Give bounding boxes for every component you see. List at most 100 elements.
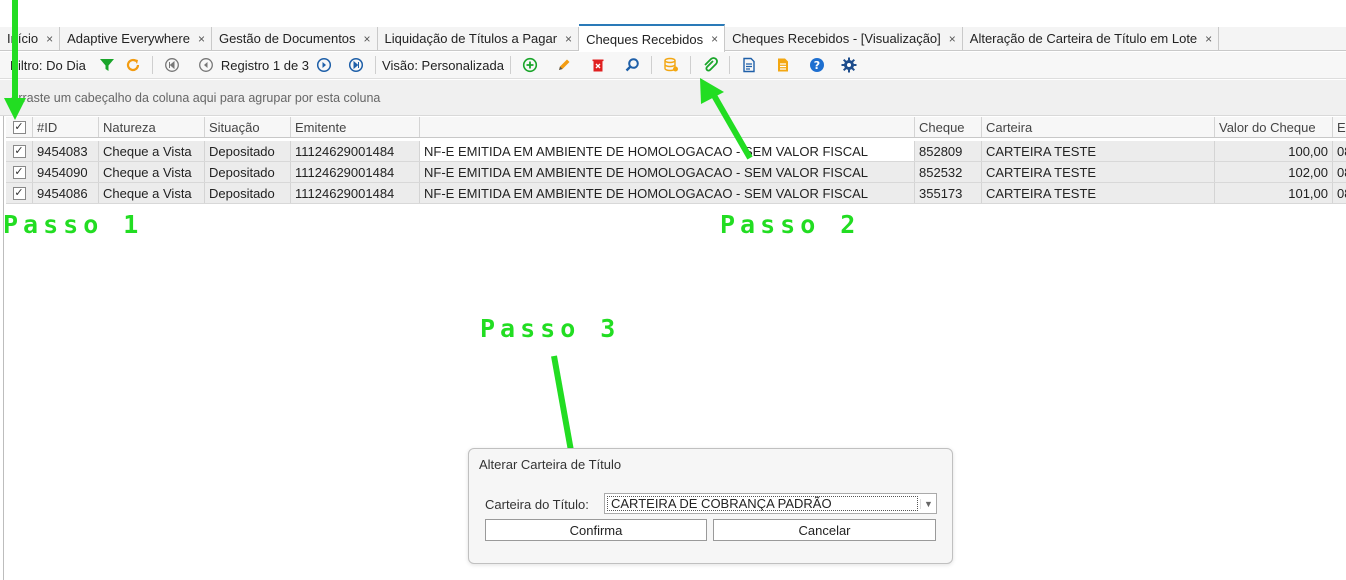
- annotation-step1: Passo 1: [3, 210, 144, 239]
- filter-icon[interactable]: [94, 54, 120, 76]
- toolbar-separator: [509, 56, 511, 74]
- cell-emitente: 11124629001484: [291, 183, 420, 203]
- tab-0[interactable]: Início ×: [0, 27, 61, 50]
- panel-left-edge: [0, 116, 4, 580]
- help-icon[interactable]: ?: [804, 54, 830, 76]
- close-icon[interactable]: ×: [46, 32, 53, 46]
- record-counter: Registro 1 de 3: [220, 57, 310, 73]
- row-checkbox[interactable]: ✓: [6, 162, 33, 182]
- view-label[interactable]: Visão: Personalizada: [382, 58, 504, 73]
- cell-valor: 100,00: [1215, 141, 1333, 161]
- last-record-icon[interactable]: [343, 54, 369, 76]
- cell-partial: 08: [1337, 143, 1346, 159]
- close-icon[interactable]: ×: [1205, 32, 1212, 46]
- refresh-icon[interactable]: [120, 54, 146, 76]
- cell-descricao: NF-E EMITIDA EM AMBIENTE DE HOMOLOGACAO …: [420, 162, 915, 182]
- dialog-title: Alterar Carteira de Título: [479, 457, 622, 472]
- column-header-valor[interactable]: Valor do Cheque: [1215, 117, 1333, 137]
- toolbar-separator: [151, 56, 153, 74]
- table-row[interactable]: ✓ 9454090 Cheque a Vista Depositado 11124629…: [6, 162, 1346, 183]
- row-checkbox[interactable]: ✓: [6, 183, 33, 203]
- svg-text:?: ?: [814, 59, 820, 72]
- tab-label: Adaptive Everywhere: [67, 31, 190, 46]
- column-header-carteira[interactable]: Carteira: [982, 117, 1215, 137]
- portfolio-select-value[interactable]: CARTEIRA DE COBRANÇA PADRÃO: [607, 496, 918, 511]
- search-icon[interactable]: [619, 54, 645, 76]
- attach-icon[interactable]: [697, 54, 723, 76]
- column-header-situacao[interactable]: Situação: [205, 117, 291, 137]
- column-header-emitente[interactable]: Emitente: [291, 117, 420, 137]
- tab-2[interactable]: Gestão de Documentos ×: [212, 27, 378, 50]
- cell-descricao: NF-E EMITIDA EM AMBIENTE DE HOMOLOGACAO …: [420, 141, 915, 161]
- cell-natureza: Cheque a Vista: [99, 162, 205, 182]
- column-header-partial[interactable]: Er: [1333, 117, 1346, 137]
- row-checkbox[interactable]: ✓: [6, 141, 33, 161]
- tab-4[interactable]: Cheques Recebidos ×: [579, 24, 726, 52]
- cancel-button[interactable]: Cancelar: [713, 519, 936, 541]
- tab-5[interactable]: Cheques Recebidos - [Visualização] ×: [725, 27, 963, 50]
- next-record-icon[interactable]: [311, 54, 337, 76]
- tab-3[interactable]: Liquidação de Títulos a Pagar ×: [378, 27, 580, 50]
- column-header-id[interactable]: #ID: [33, 117, 99, 137]
- cell-partial: 08: [1337, 164, 1346, 180]
- tab-6[interactable]: Alteração de Carteira de Título em Lote ×: [963, 27, 1220, 50]
- cell-carteira: CARTEIRA TESTE: [982, 183, 1215, 203]
- portfolio-select[interactable]: CARTEIRA DE COBRANÇA PADRÃO ▼: [604, 493, 937, 514]
- change-portfolio-dialog: Alterar Carteira de Título Carteira do T…: [468, 448, 953, 564]
- cell-emitente: 11124629001484: [291, 162, 420, 182]
- cell-cheque: 852532: [915, 162, 982, 182]
- table-row[interactable]: ✓ 9454086 Cheque a Vista Depositado 11124629…: [6, 183, 1346, 204]
- column-header-descricao[interactable]: [420, 117, 915, 137]
- cell-situacao: Depositado: [205, 183, 291, 203]
- column-header-natureza[interactable]: Natureza: [99, 117, 205, 137]
- close-icon[interactable]: ×: [565, 32, 572, 46]
- chevron-down-icon[interactable]: ▼: [920, 498, 936, 509]
- portfolio-field-label: Carteira do Título:: [485, 497, 589, 512]
- cell-id: 9454083: [33, 141, 99, 161]
- cell-carteira: CARTEIRA TESTE: [982, 141, 1215, 161]
- cell-cheque: 355173: [915, 183, 982, 203]
- annotation-step3: Passo 3: [480, 314, 621, 343]
- close-icon[interactable]: ×: [711, 32, 718, 46]
- toolbar-separator: [689, 56, 691, 74]
- close-icon[interactable]: ×: [949, 32, 956, 46]
- check-icon: ✓: [12, 165, 26, 179]
- table-row[interactable]: ✓ 9454083 Cheque a Vista Depositado 11124629…: [6, 141, 1346, 162]
- select-all-checkbox[interactable]: ✓: [6, 117, 33, 137]
- delete-icon[interactable]: [585, 54, 611, 76]
- tab-label: Início: [7, 31, 39, 46]
- cell-situacao: Depositado: [205, 141, 291, 161]
- close-icon[interactable]: ×: [198, 32, 205, 46]
- tab-label: Alteração de Carteira de Título em Lote: [969, 31, 1198, 46]
- toolbar-separator: [728, 56, 730, 74]
- tab-label: Cheques Recebidos: [586, 31, 704, 47]
- tab-label: Liquidação de Títulos a Pagar: [384, 31, 558, 46]
- add-icon[interactable]: [517, 54, 543, 76]
- report-icon[interactable]: [736, 54, 762, 76]
- tab-1[interactable]: Adaptive Everywhere ×: [60, 27, 212, 50]
- close-icon[interactable]: ×: [364, 32, 371, 46]
- cell-valor: 102,00: [1215, 162, 1333, 182]
- settings-icon[interactable]: [836, 54, 862, 76]
- filter-label[interactable]: Filtro: Do Dia: [10, 58, 86, 73]
- document-icon[interactable]: [770, 54, 796, 76]
- cell-partial: 08: [1337, 185, 1346, 201]
- annotation-step2: Passo 2: [720, 210, 861, 239]
- change-portfolio-icon[interactable]: [658, 54, 684, 76]
- cell-carteira: CARTEIRA TESTE: [982, 162, 1215, 182]
- column-header-cheque[interactable]: Cheque: [915, 117, 982, 137]
- arrow-step3: [551, 355, 576, 463]
- first-record-icon[interactable]: [159, 54, 185, 76]
- group-by-area[interactable]: Arraste um cabeçalho da coluna aqui para…: [0, 80, 1346, 116]
- confirm-button[interactable]: Confirma: [485, 519, 707, 541]
- check-icon: ✓: [12, 186, 26, 200]
- cell-emitente: 11124629001484: [291, 141, 420, 161]
- previous-record-icon[interactable]: [193, 54, 219, 76]
- tab-label: Gestão de Documentos: [218, 31, 356, 46]
- cell-natureza: Cheque a Vista: [99, 183, 205, 203]
- grid-header: ✓ #ID Natureza Situação Emitente Cheque …: [6, 117, 1346, 138]
- cell-valor: 101,00: [1215, 183, 1333, 203]
- cell-id: 9454090: [33, 162, 99, 182]
- check-icon: ✓: [12, 144, 26, 158]
- edit-icon[interactable]: [551, 54, 577, 76]
